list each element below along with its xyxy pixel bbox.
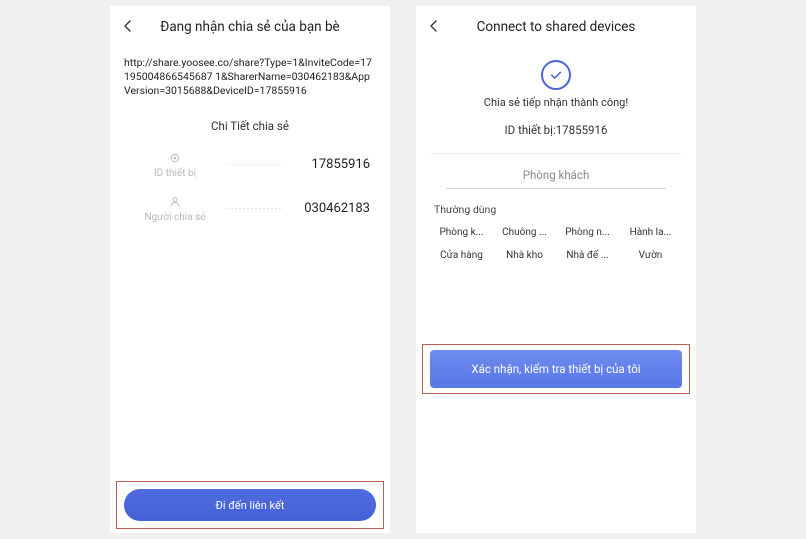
detail-sharer: Người chia sẻ 030462183 [110,187,390,231]
page-title: Đang nhận chia sẻ của bạn bè [122,19,378,35]
device-value: 17855916 [288,157,370,172]
sharer-value: 030462183 [288,201,370,216]
divider-dots [226,164,282,165]
header: Connect to shared devices [416,6,696,48]
tag-item[interactable]: Cửa hàng [432,247,491,264]
tag-item[interactable]: Chuông ... [495,224,554,241]
tag-item[interactable]: Phòng k... [432,224,491,241]
tag-item[interactable]: Hành la... [621,224,680,241]
button-label: Đi đến liên kết [216,499,285,512]
divider [430,153,682,154]
go-to-link-button[interactable]: Đi đến liên kết [124,489,376,521]
room-name-input[interactable]: Phòng khách [446,164,666,189]
room-placeholder: Phòng khách [523,168,590,182]
check-icon [541,60,571,90]
content: Chia sẻ tiếp nhận thành công! ID thiết b… [416,48,696,533]
tag-item[interactable]: Nhà kho [495,247,554,264]
success-message: Chia sẻ tiếp nhận thành công! [416,96,696,109]
share-url: http://share.yoosee.co/share?Type=1&Invi… [120,54,380,101]
tag-grid: Phòng k... Chuông ... Phòng n... Hành la… [416,220,696,268]
header: Đang nhận chia sẻ của bạn bè [110,6,390,48]
device-label: ID thiết bị [154,168,196,179]
button-label: Xác nhận, kiểm tra thiết bị của tôi [471,362,640,376]
details-heading: Chi Tiết chia sẻ [110,111,390,143]
tag-item[interactable]: Vườn [621,247,680,264]
screen-share-receive: Đang nhận chia sẻ của bạn bè http://shar… [110,6,390,533]
common-label: Thường dùng [416,203,696,220]
sharer-label: Người chia sẻ [144,212,205,223]
tag-item[interactable]: Nhà để ... [558,247,617,264]
tag-item[interactable]: Phòng n... [558,224,617,241]
screen-connect-shared: Connect to shared devices Chia sẻ tiếp n… [416,6,696,533]
person-icon [167,194,183,210]
device-icon [167,150,183,166]
divider-dots [226,208,282,209]
device-id-text: ID thiết bị:17855916 [416,123,696,137]
detail-device-id: ID thiết bị 17855916 [110,143,390,187]
content: http://share.yoosee.co/share?Type=1&Invi… [110,48,390,533]
share-details: Chi Tiết chia sẻ ID thiết bị 17855916 Ng… [110,111,390,231]
page-title: Connect to shared devices [428,19,684,35]
confirm-button[interactable]: Xác nhận, kiểm tra thiết bị của tôi [430,350,682,388]
